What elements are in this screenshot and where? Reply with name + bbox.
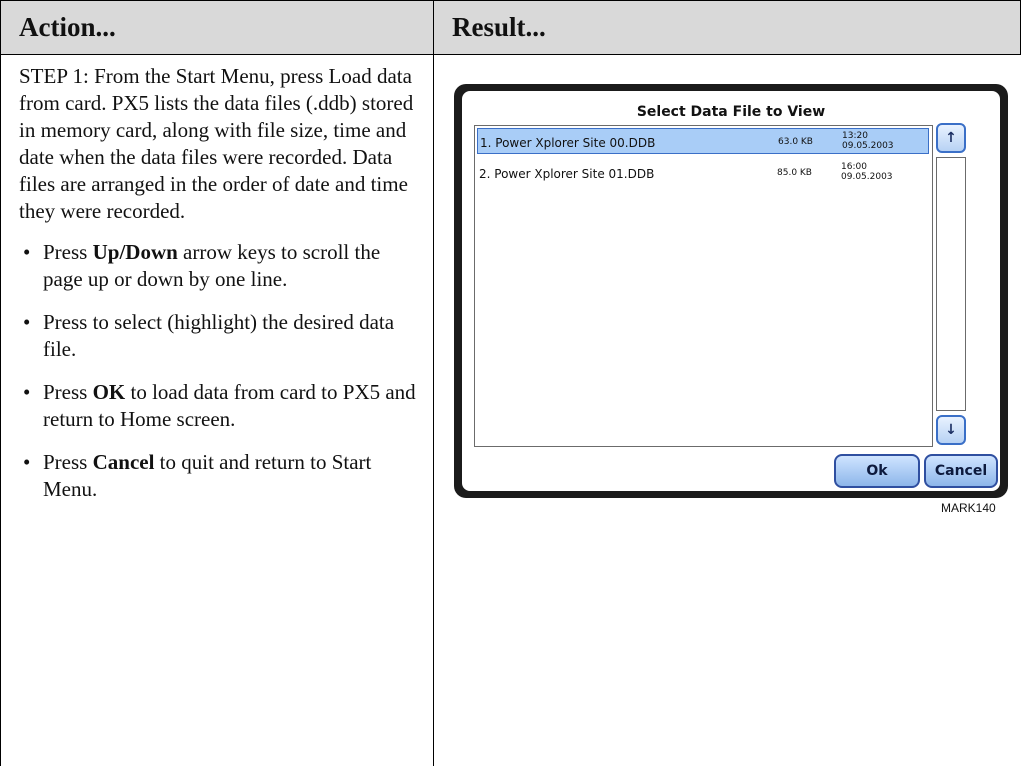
scroll-track[interactable] bbox=[936, 157, 966, 411]
action-bullets: • Press Up/Down arrow keys to scroll the … bbox=[19, 239, 419, 503]
action-header: Action... bbox=[19, 12, 116, 42]
table-header-row: Action... Result... bbox=[1, 1, 1021, 55]
file-size: 85.0 KB bbox=[777, 168, 812, 178]
file-size: 63.0 KB bbox=[778, 137, 813, 147]
file-row-selected[interactable]: 1. Power Xplorer Site 00.DDB 63.0 KB 13:… bbox=[477, 128, 929, 154]
file-row[interactable]: 2. Power Xplorer Site 01.DDB 85.0 KB 16:… bbox=[477, 160, 929, 186]
result-header: Result... bbox=[452, 12, 546, 42]
file-datetime: 16:00 09.05.2003 bbox=[841, 162, 893, 182]
scroll-down-button[interactable]: ↓ bbox=[936, 415, 966, 445]
ok-button[interactable]: Ok bbox=[834, 454, 920, 488]
screen-title: Select Data File to View bbox=[636, 104, 826, 120]
scrollbar: ↑ ↓ bbox=[934, 123, 968, 446]
bullet-item: • Press Up/Down arrow keys to scroll the … bbox=[23, 240, 381, 291]
action-cell: STEP 1: From the Start Menu, press Load … bbox=[19, 63, 419, 519]
instruction-table: Action... Result... STEP 1: From the Sta… bbox=[0, 0, 1021, 766]
file-list: 1. Power Xplorer Site 00.DDB 63.0 KB 13:… bbox=[474, 125, 933, 447]
figure-caption: MARK140 bbox=[941, 501, 996, 515]
file-name: 2. Power Xplorer Site 01.DDB bbox=[479, 167, 655, 181]
device-screenshot-frame: Select Data File to View 1. Power Xplore… bbox=[454, 84, 1008, 498]
cancel-button[interactable]: Cancel bbox=[924, 454, 998, 488]
scroll-up-button[interactable]: ↑ bbox=[936, 123, 966, 153]
bullet-item: • Press OK to load data from card to PX5 … bbox=[23, 380, 416, 431]
file-name: 1. Power Xplorer Site 00.DDB bbox=[480, 136, 656, 150]
step-text: STEP 1: From the Start Menu, press Load … bbox=[19, 64, 414, 223]
file-datetime: 13:20 09.05.2003 bbox=[842, 131, 894, 151]
header-right-border bbox=[1020, 1, 1021, 54]
device-screen: Select Data File to View 1. Power Xplore… bbox=[462, 91, 1000, 491]
column-divider bbox=[433, 1, 434, 766]
bullet-item: • Press Cancel to quit and return to Star… bbox=[23, 450, 372, 501]
bullet-item: • Press to select (highlight) the desired… bbox=[23, 310, 395, 361]
